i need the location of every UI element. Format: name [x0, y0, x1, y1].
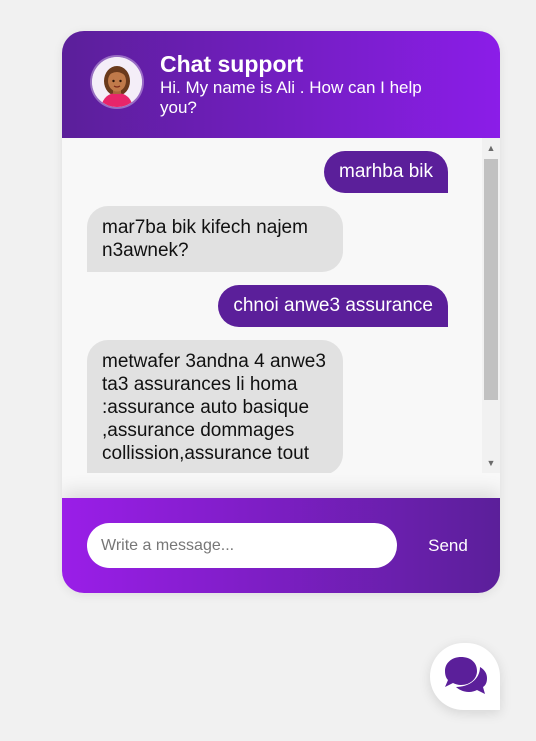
message-user: chnoi anwe3 assurance	[218, 285, 448, 327]
scroll-down-arrow-icon[interactable]: ▼	[482, 455, 500, 471]
message-list[interactable]: marhba bik mar7ba bik kifech najem n3awn…	[62, 138, 482, 473]
chat-footer: Send	[62, 498, 500, 593]
chat-title: Chat support	[160, 51, 304, 77]
agent-avatar	[92, 57, 142, 107]
chat-launcher-button[interactable]	[430, 643, 500, 710]
chat-header: Chat support Hi. My name is Ali . How ca…	[62, 31, 500, 138]
chat-subtitle: Hi. My name is Ali . How can I help you?	[160, 78, 422, 117]
message-bot: mar7ba bik kifech najem n3awnek?	[87, 206, 343, 272]
chat-window: Chat support Hi. My name is Ali . How ca…	[62, 31, 500, 593]
message-scrollbar[interactable]: ▲ ▼	[482, 138, 500, 473]
message-user: marhba bik	[324, 151, 448, 193]
comments-icon	[445, 657, 487, 694]
send-button[interactable]: Send	[412, 523, 484, 568]
message-input[interactable]	[87, 523, 397, 568]
scroll-up-arrow-icon[interactable]: ▲	[482, 140, 500, 156]
agent-avatar-icon	[92, 57, 142, 107]
scrollbar-thumb[interactable]	[484, 159, 498, 400]
message-bot: metwafer 3andna 4 anwe3 ta3 assurances l…	[87, 340, 343, 473]
